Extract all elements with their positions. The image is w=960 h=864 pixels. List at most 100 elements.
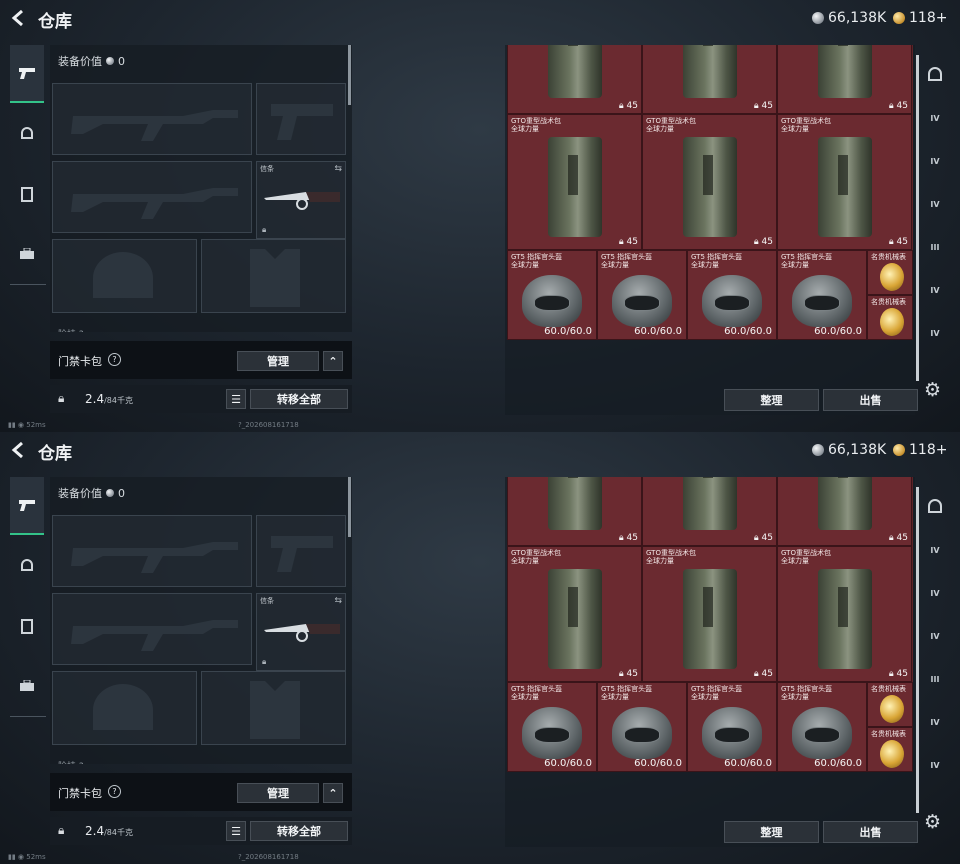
swap-icon[interactable]: ⇆ — [334, 164, 342, 174]
inventory-item-backpack[interactable]: GTO重型战术包 全球力量 🔒︎ 45 — [777, 546, 912, 682]
sell-button[interactable]: 出售 — [823, 821, 918, 843]
armor-slot[interactable] — [201, 239, 346, 313]
inventory-scrollbar[interactable] — [916, 55, 919, 381]
storage-tabs: IV IV IV III IV IV — [921, 487, 949, 807]
inventory-item-watch[interactable]: 名贵机械表 — [867, 250, 913, 295]
pistol-slot[interactable] — [256, 515, 346, 587]
secondary-weapon-slot[interactable] — [52, 161, 252, 233]
secondary-weapon-slot[interactable] — [52, 593, 252, 665]
gear-icon[interactable]: ⚙ — [924, 379, 941, 401]
item-durability: 60.0/60.0 — [634, 758, 682, 769]
inventory-item-backpack[interactable]: 🔒︎ 45 — [642, 45, 777, 114]
equipment-scrollbar[interactable] — [348, 477, 351, 537]
storage-tab-4[interactable]: III — [921, 659, 949, 699]
inventory-item-helmet[interactable]: GT5 指挥官头盔 全球力量 60.0/60.0 — [597, 250, 687, 340]
storage-tab-3[interactable]: IV — [921, 616, 949, 656]
storage-tab-4[interactable]: III — [921, 227, 949, 267]
item-name: GT5 指挥官头盔 全球力量 — [511, 685, 563, 701]
item-name: 名贵机械表 — [871, 298, 906, 306]
gold-balance[interactable]: 118+ — [893, 442, 947, 458]
item-durability: 60.0/60.0 — [724, 758, 772, 769]
primary-weapon-slot[interactable] — [52, 83, 252, 155]
pistol-slot[interactable] — [256, 83, 346, 155]
melee-slot-label: 信条 — [260, 165, 274, 173]
storage-tab-2[interactable]: IV — [921, 573, 949, 613]
back-arrow-icon[interactable] — [10, 441, 28, 459]
inventory-item-backpack[interactable]: GTO重型战术包 全球力量 🔒︎ 45 — [642, 114, 777, 250]
manage-button[interactable]: 管理 — [237, 783, 319, 803]
swap-icon[interactable]: ⇆ — [334, 596, 342, 606]
manage-button[interactable]: 管理 — [237, 351, 319, 371]
gold-balance[interactable]: 118+ — [893, 10, 947, 26]
tab-helmet-armor[interactable] — [10, 105, 44, 163]
inventory-item-backpack[interactable]: GTO重型战术包 全球力量 🔒︎ 45 — [507, 114, 642, 250]
item-count: 🔒︎ 45 — [618, 101, 638, 111]
inventory-item-watch[interactable]: 名贵机械表 — [867, 682, 913, 727]
inventory-item-backpack[interactable]: 🔒︎ 45 — [777, 477, 912, 546]
top-bar: 仓库 66,138K 118+ — [0, 0, 960, 38]
list-icon[interactable]: ☰ — [226, 821, 246, 841]
chevron-up-icon[interactable]: ⌃ — [323, 351, 343, 371]
primary-weapon-slot[interactable] — [52, 515, 252, 587]
inventory-item-helmet[interactable]: GT5 指挥官头盔 全球力量 60.0/60.0 — [687, 682, 777, 772]
storage-tab-5[interactable]: IV — [921, 702, 949, 742]
storage-tab-1[interactable]: IV — [921, 530, 949, 570]
storage-tab-0[interactable] — [921, 487, 949, 527]
storage-tab-5[interactable]: IV — [921, 270, 949, 310]
inventory-item-backpack[interactable]: 🔒︎ 45 — [507, 477, 642, 546]
inventory-item-backpack[interactable]: 🔒︎ 45 — [642, 477, 777, 546]
lock-icon: 🔒︎ — [58, 823, 65, 837]
tab-case[interactable] — [10, 657, 44, 715]
storage-tab-6[interactable]: IV — [921, 745, 949, 785]
tab-helmet-armor[interactable] — [10, 537, 44, 595]
sort-button[interactable]: 整理 — [724, 821, 819, 843]
inventory-item-helmet[interactable]: GT5 指挥官头盔 全球力量 60.0/60.0 — [777, 250, 867, 340]
list-icon[interactable]: ☰ — [226, 389, 246, 409]
inventory-item-helmet[interactable]: GT5 指挥官头盔 全球力量 60.0/60.0 — [507, 682, 597, 772]
capacity-value: 2.4/84千克 — [85, 824, 133, 838]
backpack-image — [818, 477, 872, 530]
inventory-item-backpack[interactable]: GTO重型战术包 全球力量 🔒︎ 45 — [642, 546, 777, 682]
item-name: GT5 指挥官头盔 全球力量 — [691, 685, 743, 701]
inventory-item-backpack[interactable]: 🔒︎ 45 — [777, 45, 912, 114]
silver-balance: 66,138K — [812, 10, 886, 26]
inventory-item-backpack[interactable]: 🔒︎ 45 — [507, 45, 642, 114]
inventory-item-backpack[interactable]: GTO重型战术包 全球力量 🔒︎ 45 — [777, 114, 912, 250]
sell-button[interactable]: 出售 — [823, 389, 918, 411]
armor-slot[interactable] — [201, 671, 346, 745]
melee-slot[interactable]: 信条 ⇆ 🔒︎ — [256, 593, 346, 671]
inventory-item-watch[interactable]: 名贵机械表 — [867, 295, 913, 340]
transfer-all-button[interactable]: 转移全部 — [250, 389, 348, 409]
inventory-item-helmet[interactable]: GT5 指挥官头盔 全球力量 60.0/60.0 — [597, 682, 687, 772]
chevron-up-icon[interactable]: ⌃ — [323, 783, 343, 803]
page-title: 仓库 — [38, 444, 72, 464]
storage-tab-1[interactable]: IV — [921, 98, 949, 138]
help-icon[interactable]: ? — [108, 353, 121, 366]
inventory-scrollbar[interactable] — [916, 487, 919, 813]
equipment-scrollbar[interactable] — [348, 45, 351, 105]
tab-case[interactable] — [10, 225, 44, 283]
inventory-item-helmet[interactable]: GT5 指挥官头盔 全球力量 60.0/60.0 — [687, 250, 777, 340]
back-arrow-icon[interactable] — [10, 9, 28, 27]
helmet-slot[interactable] — [52, 239, 197, 313]
inventory-item-backpack[interactable]: GTO重型战术包 全球力量 🔒︎ 45 — [507, 546, 642, 682]
storage-tab-6[interactable]: IV — [921, 313, 949, 353]
sort-button[interactable]: 整理 — [724, 389, 819, 411]
item-name: GTO重型战术包 全球力量 — [646, 117, 696, 133]
tab-weapons[interactable] — [10, 477, 44, 535]
tab-weapons[interactable] — [10, 45, 44, 103]
inventory-item-helmet[interactable]: GT5 指挥官头盔 全球力量 60.0/60.0 — [507, 250, 597, 340]
inventory-item-helmet[interactable]: GT5 指挥官头盔 全球力量 60.0/60.0 — [777, 682, 867, 772]
storage-tab-0[interactable] — [921, 55, 949, 95]
storage-tab-3[interactable]: IV — [921, 184, 949, 224]
gear-icon[interactable]: ⚙ — [924, 811, 941, 833]
inventory-item-watch[interactable]: 名贵机械表 — [867, 727, 913, 772]
tab-vest[interactable] — [10, 597, 44, 655]
melee-slot[interactable]: 信条 ⇆ 🔒︎ — [256, 161, 346, 239]
tab-vest[interactable] — [10, 165, 44, 223]
storage-tab-2[interactable]: IV — [921, 141, 949, 181]
transfer-all-button[interactable]: 转移全部 — [250, 821, 348, 841]
help-icon[interactable]: ? — [108, 785, 121, 798]
backpack-image — [548, 45, 602, 98]
helmet-slot[interactable] — [52, 671, 197, 745]
